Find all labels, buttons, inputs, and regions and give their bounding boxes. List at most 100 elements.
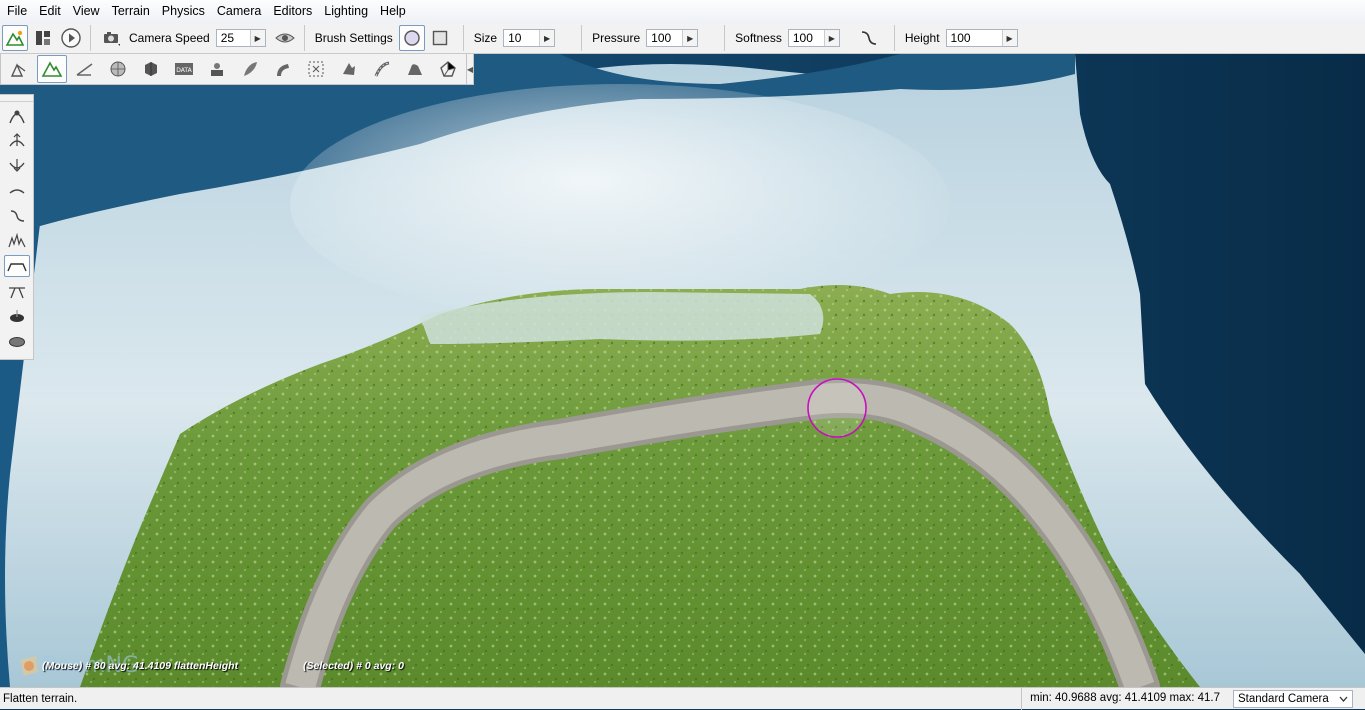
toolbar-separator xyxy=(581,25,583,51)
visibility-button[interactable] xyxy=(272,25,298,51)
terrain-painter-icon xyxy=(76,63,93,76)
menu-help[interactable]: Help xyxy=(374,0,412,23)
menu-editors[interactable]: Editors xyxy=(267,0,318,23)
river-button[interactable] xyxy=(268,55,298,83)
menu-camera[interactable]: Camera xyxy=(211,0,267,23)
softness-value: 100 xyxy=(792,31,813,45)
arrow-right-icon[interactable]: ▶ xyxy=(249,30,265,46)
arrow-right-icon[interactable]: ▶ xyxy=(1001,30,1017,46)
sphere-icon xyxy=(110,61,126,77)
square-brush-icon xyxy=(432,30,447,46)
softness-curve-button[interactable] xyxy=(856,25,882,51)
datablock-button[interactable]: DATA xyxy=(169,55,199,83)
terrain-editor-button[interactable] xyxy=(37,55,67,83)
layout-button[interactable] xyxy=(30,25,56,51)
menu-view[interactable]: View xyxy=(67,0,106,23)
toolbar-separator xyxy=(462,25,464,51)
decal-icon xyxy=(343,63,355,75)
flatten-button[interactable] xyxy=(4,255,30,277)
arrow-right-icon[interactable]: ▶ xyxy=(682,30,698,46)
height-stats: min: 40.9688 avg: 41.4109 max: 41.7 xyxy=(1021,687,1230,710)
restore-terrain-icon xyxy=(9,337,25,347)
mesh-road-icon xyxy=(408,64,422,75)
svg-text:DATA: DATA xyxy=(176,67,192,74)
cube-icon xyxy=(145,62,157,76)
arrow-right-icon[interactable]: ▶ xyxy=(539,30,555,46)
camera-select-value: Standard Camera xyxy=(1238,692,1329,705)
softness-curve-icon xyxy=(861,31,876,45)
terrain-editor-icon xyxy=(41,61,63,77)
decal-button[interactable] xyxy=(334,55,364,83)
play-button[interactable] xyxy=(58,25,84,51)
object-editor-icon xyxy=(10,63,26,77)
set-height-icon xyxy=(9,287,25,299)
clear-terrain-button[interactable] xyxy=(4,305,30,327)
smooth-slope-button[interactable] xyxy=(4,205,30,227)
circle-brush-button[interactable] xyxy=(398,25,425,51)
brush-cursor xyxy=(807,378,867,438)
mouse-info-text: (Mouse) # 80 avg: 41.4109 flattenHeight xyxy=(42,660,239,672)
lower-height-button[interactable] xyxy=(4,155,30,177)
raise-height-button[interactable] xyxy=(4,130,30,152)
camera-button[interactable] xyxy=(99,25,125,51)
datablock-icon: DATA xyxy=(175,63,193,75)
editor-tools-bar: DATA ◀ xyxy=(0,54,474,85)
menu-edit[interactable]: Edit xyxy=(33,0,67,23)
terrain-scene xyxy=(0,54,1365,687)
status-bar: Flatten terrain. min: 40.9688 avg: 41.41… xyxy=(0,687,1365,710)
menu-terrain[interactable]: Terrain xyxy=(106,0,156,23)
eye-icon xyxy=(274,33,295,43)
world-editor-button[interactable] xyxy=(2,25,28,51)
toolbar-separator xyxy=(724,25,726,51)
menu-file[interactable]: File xyxy=(0,0,33,23)
softness-input[interactable]: 100 ▶ xyxy=(787,29,840,47)
palette-grip[interactable] xyxy=(0,95,33,102)
forest-button[interactable] xyxy=(235,55,265,83)
menu-physics[interactable]: Physics xyxy=(156,0,211,23)
grab-terrain-button[interactable] xyxy=(4,105,30,127)
pressure-input[interactable]: 100 ▶ xyxy=(646,29,699,47)
play-icon xyxy=(61,28,81,48)
toolbar-separator xyxy=(90,25,91,51)
grab-terrain-icon xyxy=(9,110,25,124)
toolbar-grip[interactable]: ◀ xyxy=(466,54,473,85)
smooth-slope-icon xyxy=(10,210,25,222)
layout-icon xyxy=(36,31,50,45)
camera-speed-label: Camera Speed xyxy=(129,31,210,45)
selection-button[interactable] xyxy=(301,55,331,83)
mesh-road-button[interactable] xyxy=(400,55,430,83)
camera-speed-value: 25 xyxy=(220,31,235,45)
size-input[interactable]: 10 ▶ xyxy=(503,29,556,47)
cube-button[interactable] xyxy=(136,55,166,83)
river-icon xyxy=(277,64,289,76)
square-brush-button[interactable] xyxy=(427,25,453,51)
selected-info-text: (Selected) # 0 avg: 0 xyxy=(303,660,404,672)
camera-select[interactable]: Standard Camera xyxy=(1233,689,1353,708)
main-toolbar: Camera Speed 25 ▶ Brush Settings Size 10… xyxy=(0,23,1365,54)
set-height-button[interactable] xyxy=(4,280,30,302)
status-message: Flatten terrain. xyxy=(3,692,78,705)
toolbar-separator xyxy=(893,25,895,51)
restore-terrain-button[interactable] xyxy=(4,330,30,352)
menu-lighting[interactable]: Lighting xyxy=(318,0,374,23)
paint-noise-button[interactable] xyxy=(4,230,30,252)
size-value: 10 xyxy=(508,31,522,45)
brush-settings-label: Brush Settings xyxy=(314,31,393,45)
height-label: Height xyxy=(904,31,940,45)
height-input[interactable]: 100 ▶ xyxy=(945,29,1018,47)
selection-icon xyxy=(308,61,324,77)
sphere-button[interactable] xyxy=(103,55,133,83)
scene-viewport[interactable] xyxy=(0,54,1365,687)
object-editor-button[interactable] xyxy=(4,55,34,83)
navmesh-button[interactable] xyxy=(433,55,463,83)
arrow-right-icon[interactable]: ▶ xyxy=(823,30,839,46)
shape-icon xyxy=(211,63,223,76)
terrain-brush-palette xyxy=(0,94,34,360)
forest-icon xyxy=(244,62,257,76)
terrain-painter-button[interactable] xyxy=(70,55,100,83)
smooth-button[interactable] xyxy=(4,180,30,202)
road-button[interactable] xyxy=(367,55,397,83)
clear-terrain-icon xyxy=(10,310,24,322)
shape-button[interactable] xyxy=(202,55,232,83)
camera-speed-input[interactable]: 25 ▶ xyxy=(215,29,266,47)
